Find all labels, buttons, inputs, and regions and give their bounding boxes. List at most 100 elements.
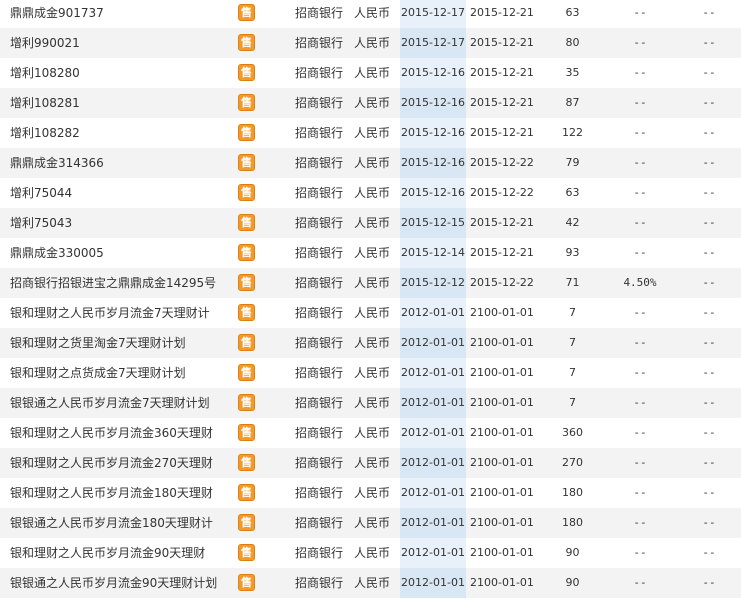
sell-icon[interactable]: 售 — [238, 574, 255, 591]
product-name-link[interactable]: 增利75044 — [10, 178, 235, 208]
table-row[interactable]: 增利108281 售 招商银行 人民币 2015-12-16 2015-12-21 87 --… — [0, 88, 741, 118]
table-row[interactable]: 增利108280 售 招商银行 人民币 2015-12-16 2015-12-21 35 --… — [0, 58, 741, 88]
expected-yield: -- — [633, 6, 647, 19]
sell-icon[interactable]: 售 — [238, 34, 255, 51]
table-row[interactable]: 银和理财之点货成金7天理财计划售 招商银行 人民币 2012-01-01 2100-01… — [0, 358, 741, 388]
expected-yield: -- — [633, 126, 647, 139]
currency: 人民币 — [354, 216, 391, 230]
sell-icon[interactable]: 售 — [238, 364, 255, 381]
table-row[interactable]: 招商银行招银进宝之鼎鼎成金14295号售 招商银行 人民币 2015-12-12 201… — [0, 268, 741, 298]
sell-icon[interactable]: 售 — [238, 334, 255, 351]
product-name-link[interactable]: 银银通之人民币岁月流金90天理财计划 — [10, 568, 235, 598]
sell-icon[interactable]: 售 — [238, 124, 255, 141]
term-days: 180 — [562, 516, 583, 529]
expected-yield: -- — [633, 426, 647, 439]
sell-icon-cell[interactable]: 售 — [238, 568, 255, 598]
actual-yield: -- — [702, 366, 716, 379]
sell-icon[interactable]: 售 — [238, 184, 255, 201]
table-row[interactable]: 银和理财之人民币岁月流金7天理财计售 招商银行 人民币 2012-01-01 2100-… — [0, 298, 741, 328]
product-name-link[interactable]: 银和理财之货里淘金7天理财计划 — [10, 328, 235, 358]
table-row[interactable]: 银和理财之人民币岁月流金360天理财售 招商银行 人民币 2012-01-01 2100… — [0, 418, 741, 448]
sell-icon[interactable]: 售 — [238, 454, 255, 471]
product-name-link[interactable]: 增利990021 — [10, 28, 235, 58]
sell-icon-cell[interactable]: 售 — [238, 328, 255, 358]
table-row[interactable]: 银和理财之人民币岁月流金90天理财售 招商银行 人民币 2012-01-01 2100-… — [0, 538, 741, 568]
product-name-link[interactable]: 银和理财之人民币岁月流金90天理财 — [10, 538, 235, 568]
sell-icon-cell[interactable]: 售 — [238, 208, 255, 238]
sell-icon[interactable]: 售 — [238, 154, 255, 171]
table-row[interactable]: 鼎鼎成金330005 售 招商银行 人民币 2015-12-14 2015-12-21 93… — [0, 238, 741, 268]
sell-icon-cell[interactable]: 售 — [238, 538, 255, 568]
product-name-link[interactable]: 银和理财之人民币岁月流金360天理财 — [10, 418, 235, 448]
bank-name: 招商银行 — [295, 396, 344, 410]
actual-yield: -- — [702, 516, 716, 529]
sell-icon[interactable]: 售 — [238, 214, 255, 231]
end-date: 2015-12-21 — [470, 6, 534, 19]
table-row[interactable]: 增利990021 售 招商银行 人民币 2015-12-17 2015-12-21 80 --… — [0, 28, 741, 58]
sell-icon-cell[interactable]: 售 — [238, 478, 255, 508]
product-name-link[interactable]: 增利108282 — [10, 118, 235, 148]
product-name-link[interactable]: 银银通之人民币岁月流金7天理财计划 — [10, 388, 235, 418]
table-row[interactable]: 增利75044 售 招商银行 人民币 2015-12-16 2015-12-22 63 -- -… — [0, 178, 741, 208]
end-date: 2015-12-21 — [470, 96, 534, 109]
sell-icon[interactable]: 售 — [238, 394, 255, 411]
sell-icon-cell[interactable]: 售 — [238, 88, 255, 118]
sell-icon[interactable]: 售 — [238, 304, 255, 321]
term-days: 90 — [565, 576, 580, 589]
product-name-link[interactable]: 增利75043 — [10, 208, 235, 238]
table-row[interactable]: 银和理财之人民币岁月流金270天理财售 招商银行 人民币 2012-01-01 2100… — [0, 448, 741, 478]
sell-icon-cell[interactable]: 售 — [238, 148, 255, 178]
bank-name: 招商银行 — [295, 246, 344, 260]
sell-icon-cell[interactable]: 售 — [238, 358, 255, 388]
product-name-link[interactable]: 银和理财之人民币岁月流金270天理财 — [10, 448, 235, 478]
term-days: 7 — [569, 306, 576, 319]
table-row[interactable]: 银和理财之货里淘金7天理财计划售 招商银行 人民币 2012-01-01 2100-01… — [0, 328, 741, 358]
actual-yield: -- — [702, 246, 716, 259]
sell-icon-cell[interactable]: 售 — [238, 178, 255, 208]
start-date: 2015-12-14 — [400, 238, 466, 268]
product-name-link[interactable]: 鼎鼎成金314366 — [10, 148, 235, 178]
sell-icon[interactable]: 售 — [238, 424, 255, 441]
currency: 人民币 — [354, 36, 391, 50]
sell-icon-cell[interactable]: 售 — [238, 508, 255, 538]
sell-icon-cell[interactable]: 售 — [238, 118, 255, 148]
table-row[interactable]: 银银通之人民币岁月流金180天理财计售 招商银行 人民币 2012-01-01 2100… — [0, 508, 741, 538]
sell-icon[interactable]: 售 — [238, 544, 255, 561]
bank-name: 招商银行 — [295, 456, 344, 470]
table-row[interactable]: 银和理财之人民币岁月流金180天理财售 招商银行 人民币 2012-01-01 2100… — [0, 478, 741, 508]
table-row[interactable]: 增利75043 售 招商银行 人民币 2015-12-15 2015-12-21 42 -- -… — [0, 208, 741, 238]
sell-icon-cell[interactable]: 售 — [238, 28, 255, 58]
product-name-link[interactable]: 银和理财之人民币岁月流金7天理财计 — [10, 298, 235, 328]
sell-icon[interactable]: 售 — [238, 484, 255, 501]
sell-icon-cell[interactable]: 售 — [238, 0, 255, 28]
sell-icon[interactable]: 售 — [238, 244, 255, 261]
sell-icon-cell[interactable]: 售 — [238, 238, 255, 268]
end-date: 2100-01-01 — [470, 486, 534, 499]
product-name-link[interactable]: 鼎鼎成金330005 — [10, 238, 235, 268]
sell-icon[interactable]: 售 — [238, 4, 255, 21]
product-name-link[interactable]: 银和理财之人民币岁月流金180天理财 — [10, 478, 235, 508]
table-row[interactable]: 增利108282 售 招商银行 人民币 2015-12-16 2015-12-21 122 -… — [0, 118, 741, 148]
table-row[interactable]: 银银通之人民币岁月流金90天理财计划售 招商银行 人民币 2012-01-01 2100… — [0, 568, 741, 598]
product-name-link[interactable]: 银和理财之点货成金7天理财计划 — [10, 358, 235, 388]
sell-icon-cell[interactable]: 售 — [238, 58, 255, 88]
product-name-link[interactable]: 鼎鼎成金901737 — [10, 0, 235, 28]
product-name-link[interactable]: 增利108280 — [10, 58, 235, 88]
product-name-link[interactable]: 银银通之人民币岁月流金180天理财计 — [10, 508, 235, 538]
sell-icon[interactable]: 售 — [238, 94, 255, 111]
table-row[interactable]: 银银通之人民币岁月流金7天理财计划售 招商银行 人民币 2012-01-01 2100-… — [0, 388, 741, 418]
sell-icon-cell[interactable]: 售 — [238, 298, 255, 328]
sell-icon[interactable]: 售 — [238, 274, 255, 291]
sell-icon-cell[interactable]: 售 — [238, 448, 255, 478]
sell-icon-cell[interactable]: 售 — [238, 388, 255, 418]
term-days: 93 — [565, 246, 580, 259]
sell-icon[interactable]: 售 — [238, 514, 255, 531]
table-row[interactable]: 鼎鼎成金901737 售 招商银行 人民币 2015-12-17 2015-12-21 63… — [0, 0, 741, 28]
product-name-link[interactable]: 增利108281 — [10, 88, 235, 118]
table-row[interactable]: 鼎鼎成金314366 售 招商银行 人民币 2015-12-16 2015-12-22 79… — [0, 148, 741, 178]
sell-icon[interactable]: 售 — [238, 64, 255, 81]
sell-icon-cell[interactable]: 售 — [238, 268, 255, 298]
product-name-link[interactable]: 招商银行招银进宝之鼎鼎成金14295号 — [10, 268, 235, 298]
start-date: 2015-12-15 — [400, 208, 466, 238]
sell-icon-cell[interactable]: 售 — [238, 418, 255, 448]
